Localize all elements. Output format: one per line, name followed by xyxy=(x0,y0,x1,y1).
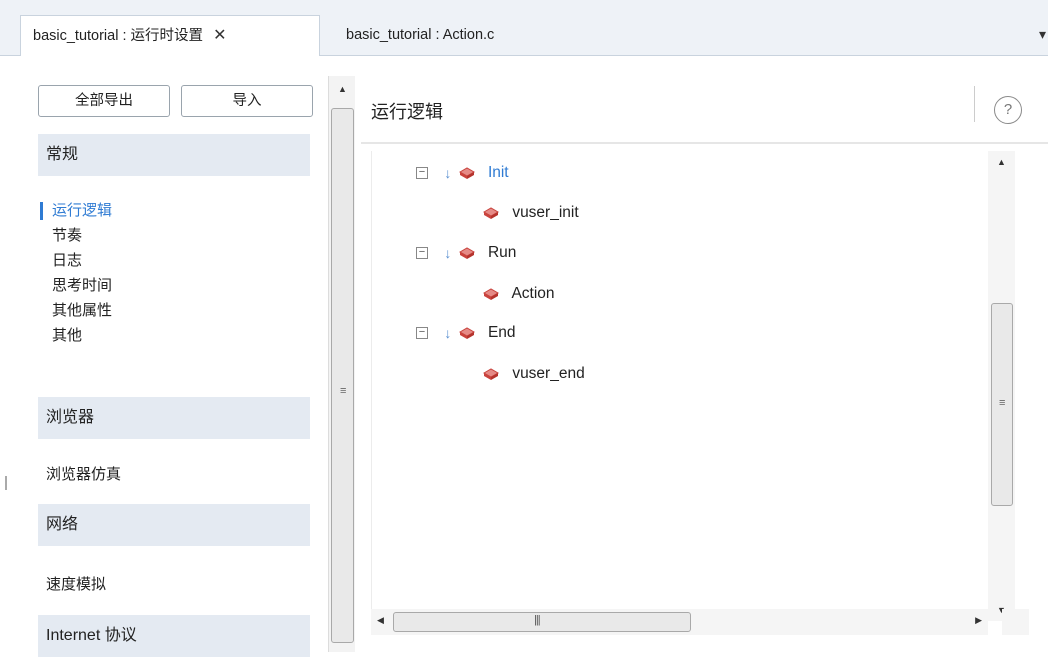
nav-scroll-thumb[interactable]: ≡ xyxy=(331,108,354,643)
run-logic-panel: 运行逻辑 ? − ↓ Init vuser_init − ↓ Run Actio… xyxy=(357,56,1048,660)
block-icon xyxy=(458,327,475,339)
nav-item-log[interactable]: 日志 xyxy=(38,248,310,273)
block-icon xyxy=(458,247,475,259)
nav-item-other[interactable]: 其他 xyxy=(38,323,310,348)
run-logic-tree: − ↓ Init vuser_init − ↓ Run Action − ↓ E… xyxy=(371,151,988,621)
scroll-left-icon[interactable]: ◀ xyxy=(377,615,384,626)
grip-icon: ||| xyxy=(534,614,541,626)
nav-item-think-time[interactable]: 思考时间 xyxy=(38,273,310,298)
collapse-icon[interactable]: − xyxy=(416,247,428,259)
tree-hscroll-thumb[interactable]: ||| xyxy=(393,612,691,632)
tree-action-action[interactable]: Action xyxy=(482,282,555,306)
tree-action-vuser-end[interactable]: vuser_end xyxy=(482,362,585,386)
tree-group-end[interactable]: − ↓ End xyxy=(416,321,516,345)
tree-action-vuser-init[interactable]: vuser_init xyxy=(482,201,579,225)
tab-strip: basic_tutorial : 运行时设置 ✕ basic_tutorial … xyxy=(0,0,1048,57)
down-arrow-icon: ↓ xyxy=(444,165,452,181)
tree-group-label: End xyxy=(487,324,516,342)
tab-runtime-settings[interactable]: basic_tutorial : 运行时设置 ✕ xyxy=(20,15,320,57)
nav-item-speed-simulation[interactable]: 速度模拟 xyxy=(38,572,310,597)
tree-action-label: vuser_init xyxy=(512,204,579,221)
tab-runtime-settings-label: basic_tutorial : 运行时设置 xyxy=(33,28,204,44)
tree-group-label: Init xyxy=(487,164,509,182)
down-arrow-icon: ↓ xyxy=(444,245,452,261)
tree-group-run[interactable]: − ↓ Run xyxy=(416,241,516,265)
close-icon[interactable]: ✕ xyxy=(213,27,226,44)
scroll-up-icon[interactable]: ▲ xyxy=(997,157,1006,167)
block-icon xyxy=(482,368,500,380)
runtime-settings-page: 全部导出 导入 常规 运行逻辑 节奏 日志 思考时间 其他属性 其他 浏览器 浏… xyxy=(0,56,1048,660)
nav-item-pacing[interactable]: 节奏 xyxy=(38,223,310,248)
tree-action-label: Action xyxy=(511,285,555,302)
settings-nav: 全部导出 导入 常规 运行逻辑 节奏 日志 思考时间 其他属性 其他 浏览器 浏… xyxy=(0,56,357,660)
nav-section-internet-protocol[interactable]: Internet 协议 xyxy=(38,615,310,657)
tree-group-init[interactable]: − ↓ Init xyxy=(416,161,509,185)
tree-action-label: vuser_end xyxy=(512,365,585,382)
nav-item-run-logic[interactable]: 运行逻辑 xyxy=(38,198,310,223)
nav-scrollbar[interactable]: ▲ ≡ xyxy=(328,76,355,652)
scroll-up-icon[interactable]: ▲ xyxy=(338,84,347,94)
block-icon xyxy=(458,167,475,179)
tree-vertical-scrollbar[interactable]: ▲ ≡ ▼ xyxy=(988,151,1015,621)
nav-section-browser[interactable]: 浏览器 xyxy=(38,397,310,439)
nav-item-misc-properties[interactable]: 其他属性 xyxy=(38,298,310,323)
tab-action-c[interactable]: basic_tutorial : Action.c xyxy=(334,15,634,57)
panel-separator xyxy=(361,142,1048,144)
help-icon[interactable]: ? xyxy=(994,96,1022,124)
title-divider xyxy=(974,86,975,122)
grip-icon: ≡ xyxy=(340,385,347,397)
collapse-icon[interactable]: − xyxy=(416,167,428,179)
nav-section-network[interactable]: 网络 xyxy=(38,504,310,546)
import-button[interactable]: 导入 xyxy=(181,85,313,117)
tree-group-label: Run xyxy=(487,244,517,262)
tab-list-dropdown-icon[interactable]: ▾ xyxy=(1039,26,1046,43)
scrollbar-corner xyxy=(1002,609,1029,635)
grip-icon: ≡ xyxy=(999,397,1006,409)
block-icon xyxy=(482,288,500,300)
tab-action-c-label: basic_tutorial : Action.c xyxy=(346,27,495,43)
nav-section-general[interactable]: 常规 xyxy=(38,134,310,176)
collapse-icon[interactable]: − xyxy=(416,327,428,339)
down-arrow-icon: ↓ xyxy=(444,325,452,341)
block-icon xyxy=(482,207,500,219)
tree-vscroll-thumb[interactable]: ≡ xyxy=(991,303,1013,506)
scroll-right-icon[interactable]: ▶ xyxy=(975,615,982,626)
export-all-button[interactable]: 全部导出 xyxy=(38,85,170,117)
panel-title: 运行逻辑 xyxy=(371,102,443,122)
tree-horizontal-scrollbar[interactable]: ◀ ||| ▶ xyxy=(371,609,988,635)
nav-item-browser-emulation[interactable]: 浏览器仿真 xyxy=(38,462,310,487)
